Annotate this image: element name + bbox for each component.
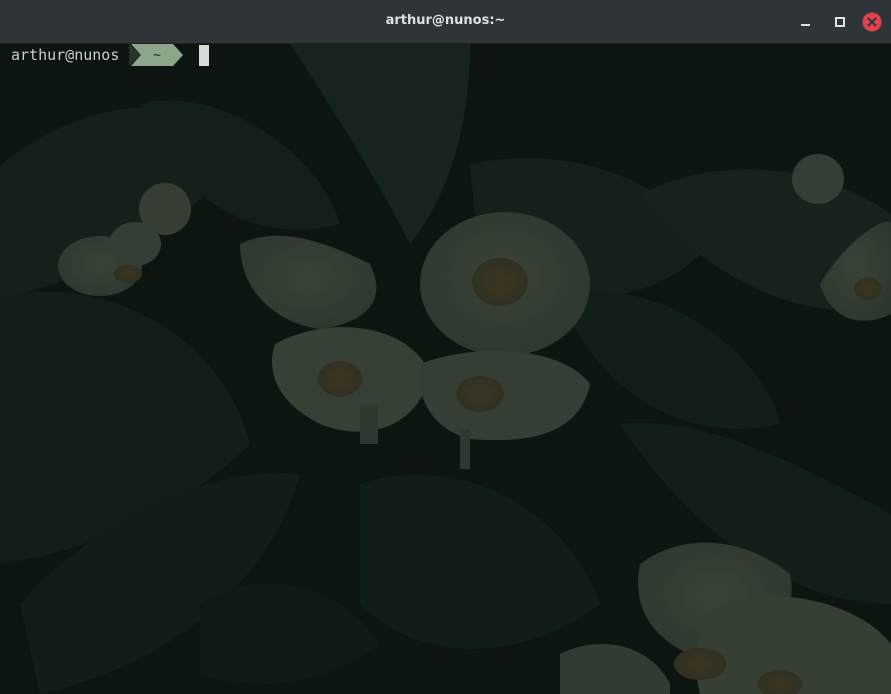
text-cursor [199,44,210,66]
prompt-dir: ~ [153,48,161,63]
terminal-area[interactable]: arthur@nunos ~ [0,44,891,694]
window-title: arthur@nunos:~ [385,13,506,28]
maximize-icon [835,17,845,27]
prompt-dir-segment: ~ [129,44,184,66]
title-bar[interactable]: arthur@nunos:~ [0,0,891,44]
maximize-button[interactable] [830,12,850,32]
prompt-line: arthur@nunos ~ [11,44,210,66]
minimize-button[interactable] [796,12,816,32]
close-button[interactable] [862,12,882,32]
terminal-window: arthur@nunos:~ arthur@nunos ~ [0,0,891,694]
close-icon [862,12,882,32]
prompt-user: arthur@nunos [11,46,120,64]
minimize-icon [801,24,810,26]
flower-wallpaper [0,44,891,694]
